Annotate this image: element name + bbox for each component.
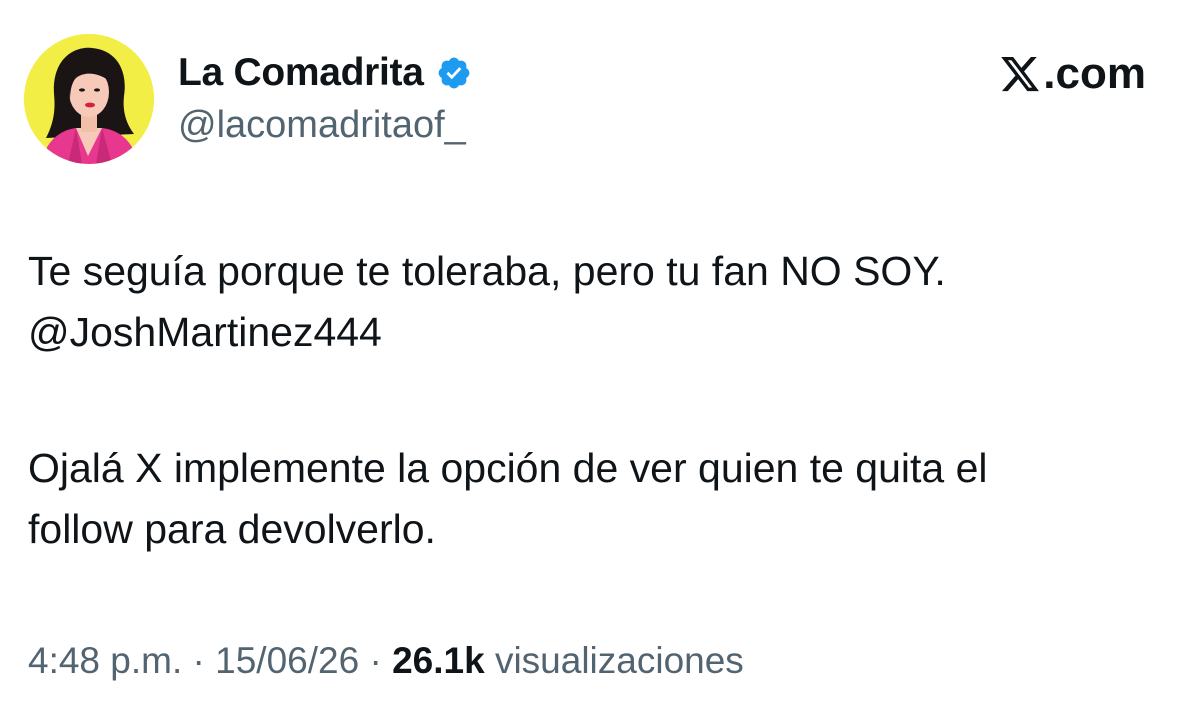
views-label: visualizaciones xyxy=(494,640,744,681)
verified-badge-icon xyxy=(436,55,472,91)
brand-watermark: .com xyxy=(999,46,1146,102)
tweet-text-line: Te seguía porque te toleraba, pero tu fa… xyxy=(28,248,946,294)
author-display-name[interactable]: La Comadrita xyxy=(178,51,424,95)
author-name-row: La Comadrita xyxy=(178,48,472,98)
author-handle[interactable]: @lacomadritaof_ xyxy=(178,104,466,147)
tweet-text-line: Ojalá X implemente la opción de ver quie… xyxy=(28,445,988,491)
mention-link[interactable]: @JoshMartinez444 xyxy=(28,302,1178,363)
meta-separator: · xyxy=(182,640,216,681)
avatar-illustration xyxy=(24,34,154,164)
tweet-date[interactable]: 15/06/26 xyxy=(215,640,359,681)
brand-label: .com xyxy=(1043,49,1146,98)
avatar[interactable] xyxy=(24,34,154,164)
tweet-text-line: follow para devolverlo. xyxy=(28,506,436,552)
views-count[interactable]: 26.1k xyxy=(392,640,485,681)
x-logo-icon xyxy=(999,53,1041,95)
meta-separator: · xyxy=(359,640,393,681)
tweet-meta: 4:48 p.m. · 15/06/26 · 26.1k visualizaci… xyxy=(28,636,744,686)
tweet-card: La Comadrita @lacomadritaof_ .com Te seg… xyxy=(0,0,1200,708)
tweet-time[interactable]: 4:48 p.m. xyxy=(28,640,182,681)
